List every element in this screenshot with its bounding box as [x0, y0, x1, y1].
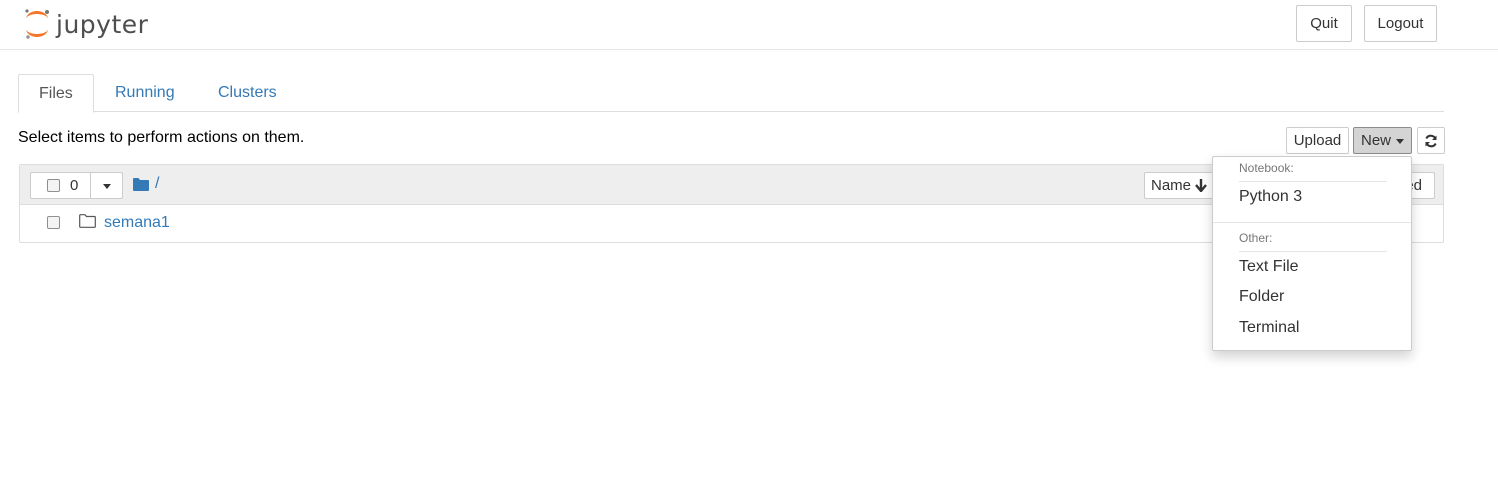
- section-divider: [1239, 251, 1387, 252]
- new-button-label: New: [1360, 132, 1391, 149]
- header-bar: jupyter Quit Logout: [0, 0, 1498, 50]
- other-section-header: Other:: [1239, 231, 1273, 245]
- new-dropdown-menu: Notebook: Python 3 Other: Text File Fold…: [1212, 156, 1412, 351]
- sort-by-name-button[interactable]: Name: [1144, 172, 1214, 199]
- logout-button[interactable]: Logout: [1364, 5, 1437, 42]
- chevron-down-icon: [1396, 139, 1404, 144]
- breadcrumb-root[interactable]: /: [155, 175, 159, 193]
- selected-count: 0: [70, 177, 79, 194]
- tab-files[interactable]: Files: [18, 74, 94, 113]
- select-all-group: 0: [30, 172, 123, 199]
- tab-clusters[interactable]: Clusters: [198, 74, 297, 112]
- menu-item-folder[interactable]: Folder: [1239, 288, 1284, 306]
- refresh-icon: [1425, 134, 1437, 147]
- notebook-section-header: Notebook:: [1239, 161, 1294, 175]
- menu-divider: [1213, 222, 1411, 223]
- sort-by-name-label: Name: [1150, 177, 1191, 194]
- jupyter-logo[interactable]: jupyter: [22, 6, 148, 42]
- folder-icon[interactable]: [133, 177, 149, 191]
- breadcrumb: /: [133, 175, 159, 193]
- tab-running[interactable]: Running: [95, 74, 195, 112]
- instruction-text: Select items to perform actions on them.: [18, 129, 305, 146]
- refresh-button[interactable]: [1417, 127, 1445, 154]
- new-button[interactable]: New: [1353, 127, 1412, 154]
- upload-button[interactable]: Upload: [1286, 127, 1349, 154]
- menu-item-text-file[interactable]: Text File: [1239, 258, 1299, 276]
- item-checkbox[interactable]: [47, 216, 60, 229]
- arrow-down-icon: [1195, 179, 1207, 192]
- section-divider: [1239, 181, 1387, 182]
- menu-item-terminal[interactable]: Terminal: [1239, 319, 1299, 337]
- chevron-down-icon: [102, 184, 111, 189]
- folder-icon: [79, 214, 96, 228]
- select-options-dropdown[interactable]: [91, 172, 123, 199]
- jupyter-logo-icon: [25, 9, 49, 39]
- quit-button[interactable]: Quit: [1296, 5, 1352, 42]
- select-all-checkbox[interactable]: [47, 179, 60, 192]
- tab-bar: Files Running Clusters: [18, 74, 1444, 113]
- logo-text: jupyter: [56, 9, 149, 39]
- item-name-link[interactable]: semana1: [104, 214, 170, 232]
- menu-item-python3[interactable]: Python 3: [1239, 188, 1302, 206]
- select-all-box[interactable]: 0: [30, 172, 91, 199]
